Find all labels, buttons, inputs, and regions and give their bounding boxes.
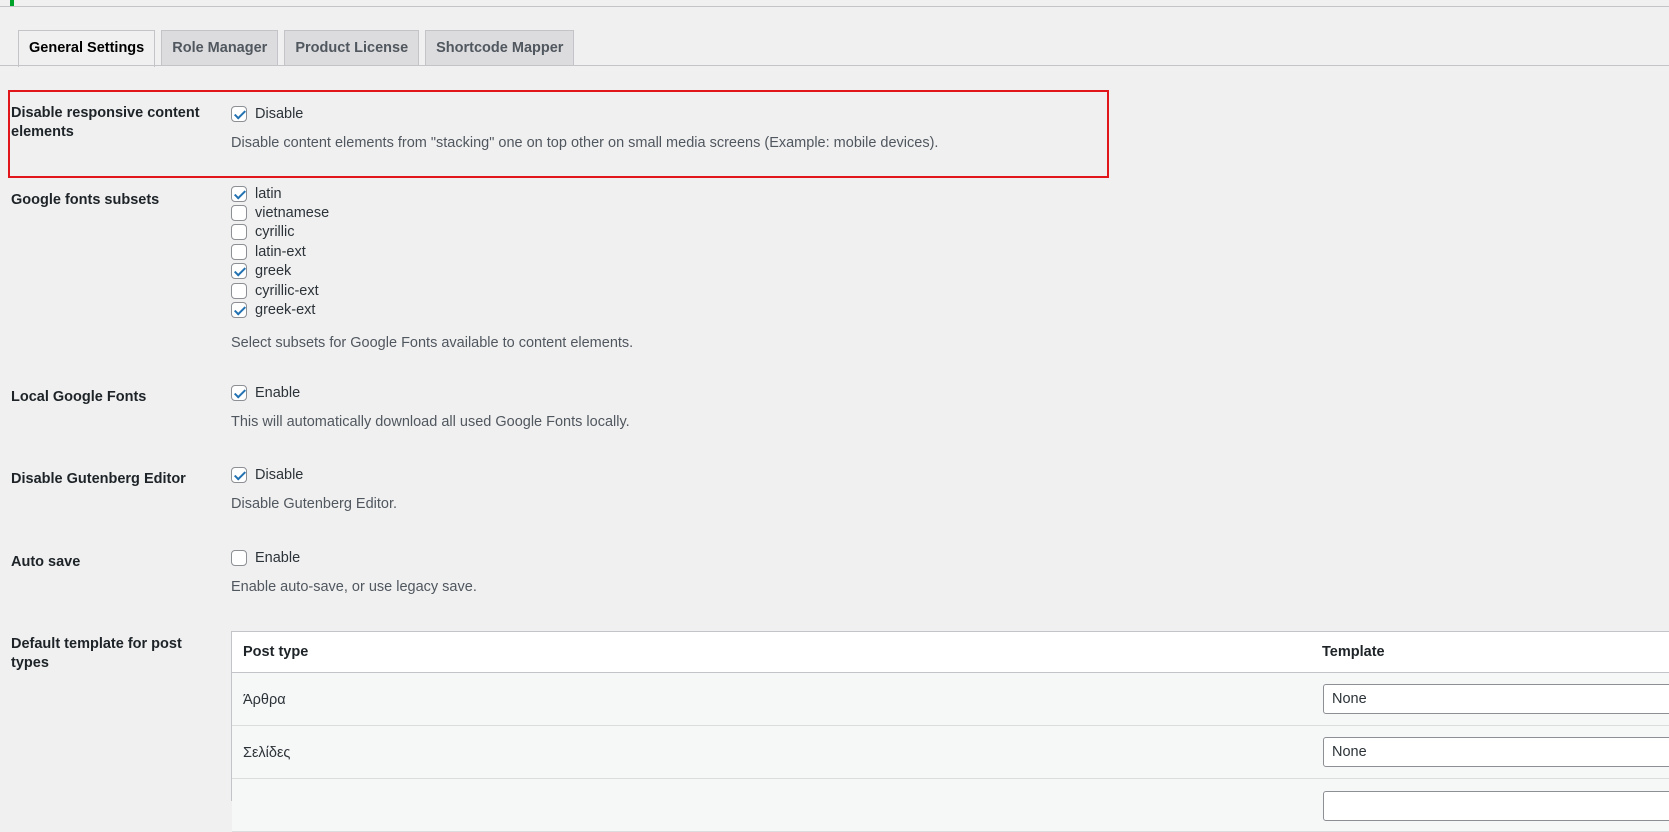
checkbox-icon[interactable] — [231, 466, 247, 483]
post-type-name: Άρθρα — [243, 692, 286, 708]
checkbox-icon[interactable] — [231, 185, 247, 202]
template-select[interactable]: None — [1323, 737, 1669, 767]
checkbox-label: Disable — [255, 466, 304, 483]
setting-field: Enable Enable auto-save, or use legacy s… — [231, 548, 477, 595]
checkbox-label: vietnamese — [255, 205, 330, 222]
local-fonts-checkbox[interactable]: Enable — [231, 383, 630, 402]
subset-greek-checkbox[interactable]: greek — [231, 262, 633, 281]
checkbox-icon[interactable] — [231, 384, 247, 401]
template-select[interactable] — [1323, 791, 1669, 821]
tab-shortcode-mapper[interactable]: Shortcode Mapper — [425, 30, 575, 66]
checkbox-label: latin-ext — [255, 243, 306, 260]
setting-label: Local Google Fonts — [11, 389, 147, 405]
top-notice-bar — [0, 0, 1669, 7]
subset-latin-ext-checkbox[interactable]: latin-ext — [231, 242, 633, 261]
setting-label: Auto save — [11, 554, 81, 570]
tab-general-settings[interactable]: General Settings — [18, 30, 156, 67]
checkbox-label: Enable — [255, 549, 301, 566]
table-row — [232, 779, 1669, 832]
table-header: Post type Template — [232, 632, 1669, 673]
checkbox-label: greek — [255, 263, 292, 280]
setting-description: This will automatically download all use… — [231, 414, 630, 431]
checkbox-label: Enable — [255, 384, 301, 401]
checkbox-icon[interactable] — [231, 105, 247, 122]
setting-description: Disable Gutenberg Editor. — [231, 496, 398, 513]
gutenberg-checkbox[interactable]: Disable — [231, 465, 397, 484]
setting-field: Enable This will automatically download … — [231, 383, 630, 430]
subset-latin-checkbox[interactable]: latin — [231, 184, 633, 203]
notice-accent — [10, 0, 14, 6]
checkbox-icon[interactable] — [231, 243, 247, 260]
settings-tabs: General Settings Role Manager Product Li… — [18, 30, 575, 67]
checkbox-icon[interactable] — [231, 205, 247, 222]
checkbox-label: greek-ext — [255, 302, 316, 319]
template-select[interactable]: None — [1323, 684, 1669, 714]
post-type-name: Σελίδες — [243, 745, 291, 761]
autosave-checkbox[interactable]: Enable — [231, 548, 477, 567]
responsive-checkbox[interactable]: Disable — [231, 104, 938, 123]
checkbox-icon[interactable] — [231, 302, 247, 319]
checkbox-icon[interactable] — [231, 282, 247, 299]
column-post-type: Post type — [243, 644, 309, 660]
setting-description: Select subsets for Google Fonts availabl… — [231, 334, 634, 351]
checkbox-icon[interactable] — [231, 224, 247, 241]
subset-cyrillic-ext-checkbox[interactable]: cyrillic-ext — [231, 281, 633, 300]
table-row: Άρθρα None — [232, 673, 1669, 726]
tab-role-manager[interactable]: Role Manager — [161, 30, 279, 66]
tabs-divider — [0, 65, 1669, 66]
subset-cyrillic-checkbox[interactable]: cyrillic — [231, 223, 633, 242]
column-template: Template — [1322, 644, 1385, 660]
checkbox-label: latin — [255, 185, 282, 202]
subsets-list: latin vietnamese cyrillic latin-ext gree… — [231, 184, 633, 351]
subset-vietnamese-checkbox[interactable]: vietnamese — [231, 203, 633, 222]
setting-label: Disable Gutenberg Editor — [11, 471, 186, 487]
checkbox-label: cyrillic — [255, 224, 295, 241]
setting-label: Google fonts subsets — [11, 192, 160, 208]
subset-greek-ext-checkbox[interactable]: greek-ext — [231, 300, 633, 319]
setting-field: Disable Disable Gutenberg Editor. — [231, 465, 397, 512]
tab-product-license[interactable]: Product License — [284, 30, 420, 66]
checkbox-label: Disable — [255, 105, 304, 122]
setting-label: Disable responsive content elements — [11, 105, 200, 140]
post-type-template-table: Post type Template Άρθρα None Σελίδες No… — [231, 631, 1669, 832]
checkbox-icon[interactable] — [231, 549, 247, 566]
setting-label: Default template for post types — [11, 636, 182, 671]
checkbox-label: cyrillic-ext — [255, 282, 319, 299]
table-row: Σελίδες None — [232, 726, 1669, 779]
setting-field: Disable Disable content elements from "s… — [231, 104, 938, 151]
setting-description: Enable auto-save, or use legacy save. — [231, 579, 477, 596]
setting-description: Disable content elements from "stacking"… — [231, 135, 939, 152]
checkbox-icon[interactable] — [231, 263, 247, 280]
